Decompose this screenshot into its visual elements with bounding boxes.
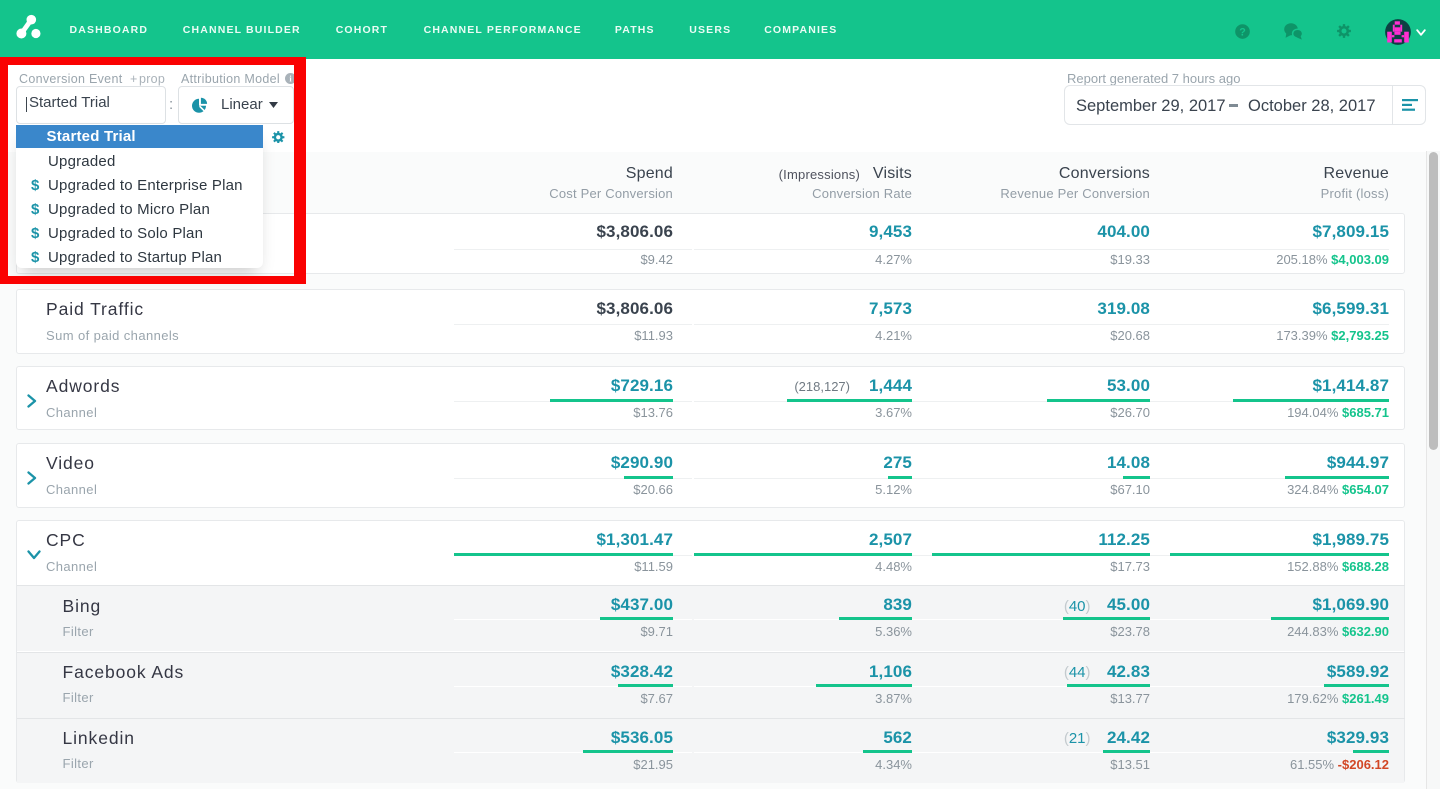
svg-text:?: ? — [1239, 26, 1246, 38]
